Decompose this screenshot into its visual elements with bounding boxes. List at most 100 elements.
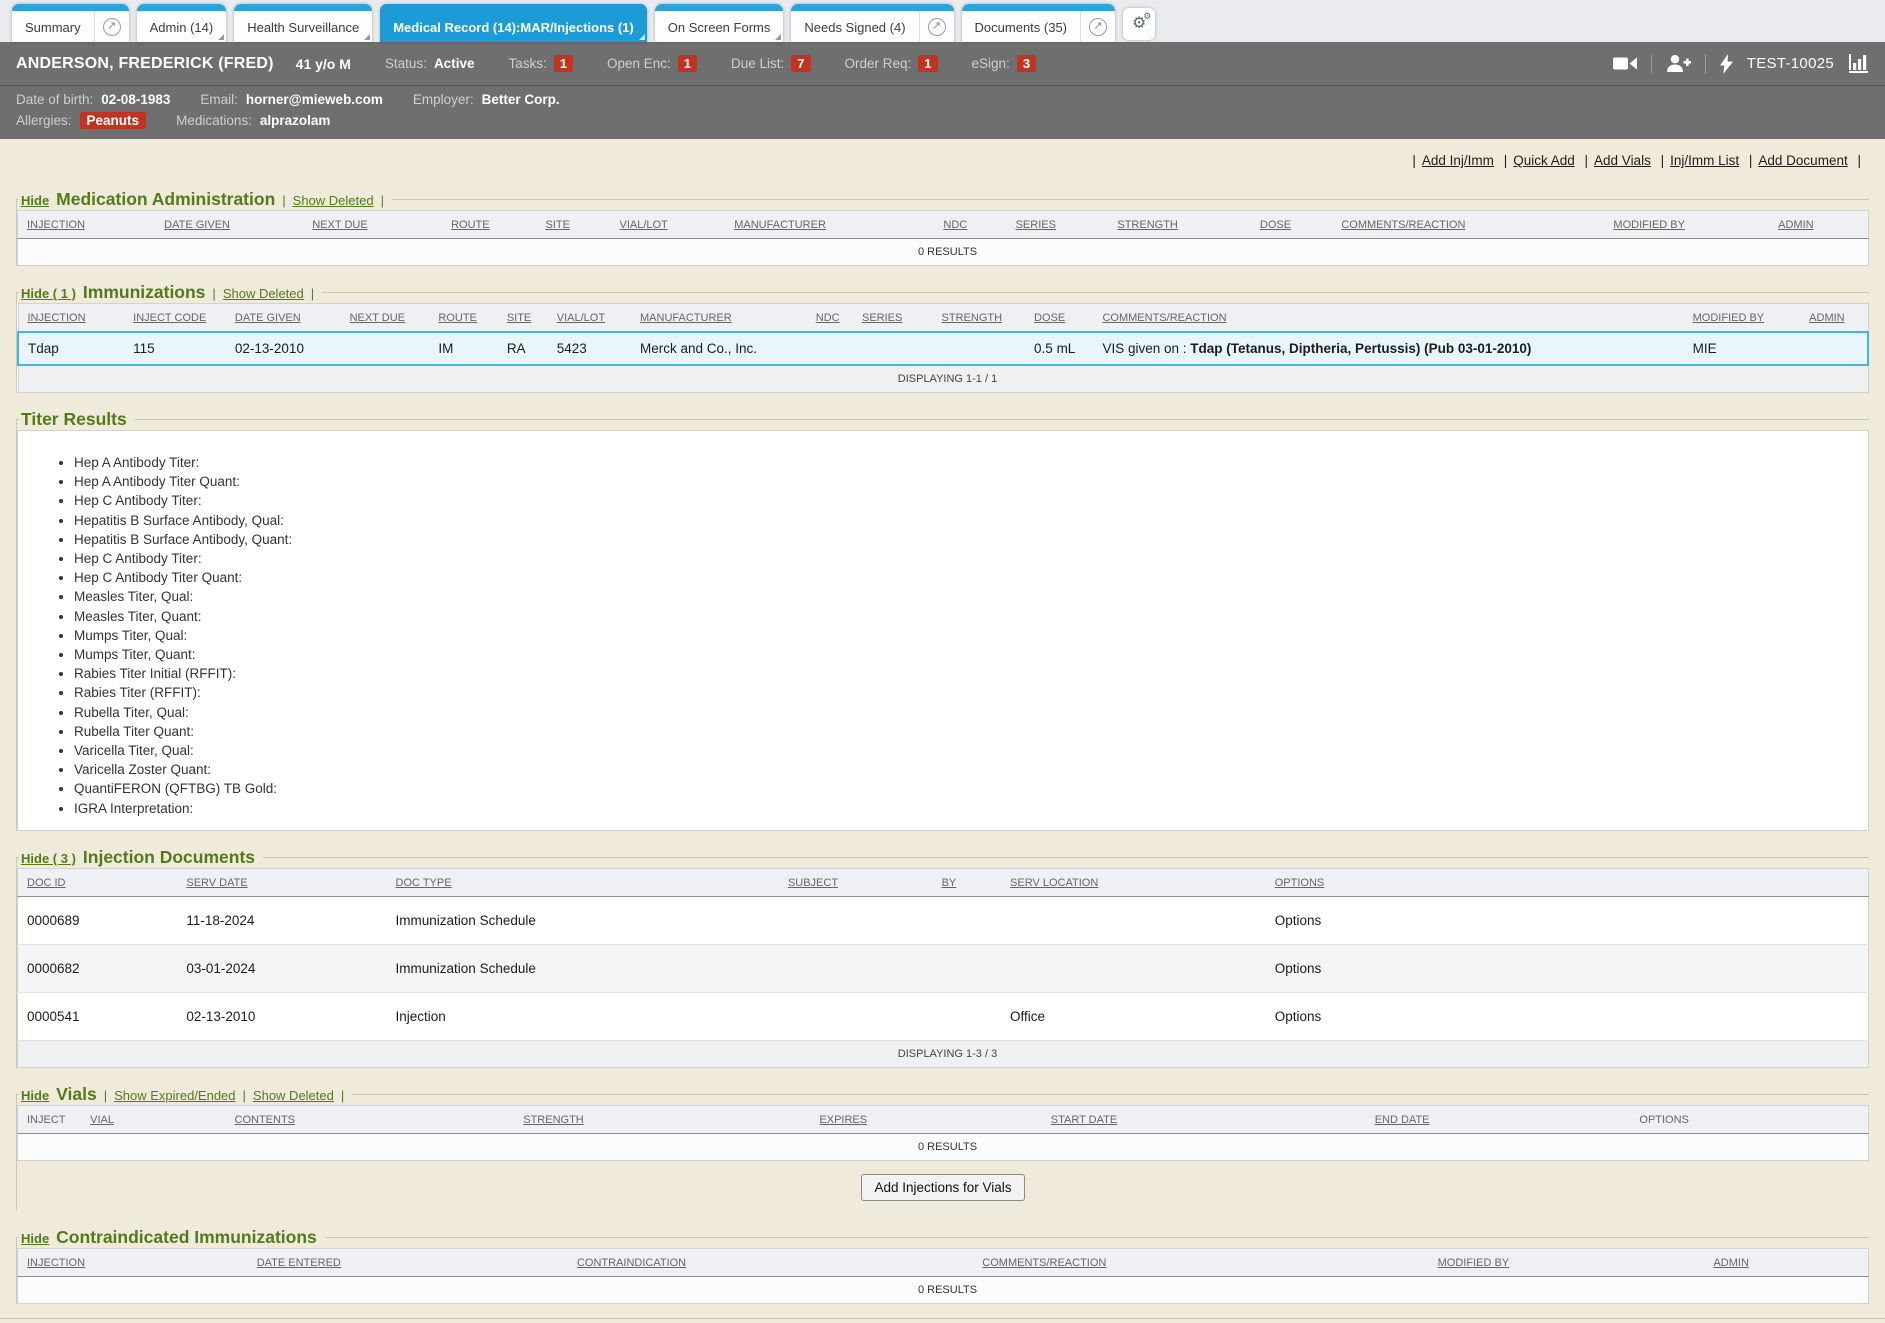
column-header[interactable]: ROUTE — [445, 211, 539, 239]
allergy-badge[interactable]: Peanuts — [80, 112, 147, 129]
lightning-bolt-icon[interactable] — [1720, 54, 1733, 74]
column-header[interactable]: DOC TYPE — [390, 868, 782, 896]
tab-on-screen-forms[interactable]: On Screen Forms — [655, 4, 784, 42]
column-header[interactable]: SERV DATE — [180, 868, 389, 896]
options-menu[interactable]: Options — [1275, 913, 1322, 928]
column-header[interactable]: SERIES — [856, 304, 936, 333]
document-row[interactable]: 0000682 03-01-2024 Immunization Schedule… — [18, 944, 1869, 992]
quick-add-link[interactable]: Quick Add — [1513, 153, 1575, 168]
show-deleted-link[interactable]: Show Deleted — [293, 193, 374, 208]
show-deleted-link[interactable]: Show Deleted — [253, 1088, 334, 1103]
hide-link[interactable]: Hide — [21, 193, 49, 208]
column-header[interactable]: COMMENTS/REACTION — [976, 1248, 1431, 1276]
column-header[interactable]: ROUTE — [432, 304, 500, 333]
hide-link[interactable]: Hide — [21, 1088, 49, 1103]
open-enc-count-badge[interactable]: 1 — [678, 55, 697, 72]
column-header[interactable]: OPTIONS — [1269, 868, 1869, 896]
column-header[interactable]: SUBJECT — [782, 868, 936, 896]
tab-needs-signed[interactable]: Needs Signed (4) ↗ — [791, 4, 953, 42]
titer-item: Measles Titer, Quant: — [74, 607, 1868, 626]
column-header[interactable]: DOC ID — [18, 868, 181, 896]
column-header[interactable]: SERIES — [1010, 211, 1112, 239]
column-header[interactable]: COMMENTS/REACTION — [1096, 304, 1686, 333]
add-vials-link[interactable]: Add Vials — [1594, 153, 1651, 168]
column-header: OPTIONS — [1633, 1105, 1868, 1133]
column-header[interactable]: SITE — [539, 211, 613, 239]
column-header[interactable]: CONTRAINDICATION — [571, 1248, 976, 1276]
column-header[interactable]: INJECT CODE — [127, 304, 229, 333]
column-header[interactable]: ADMIN — [1707, 1248, 1868, 1276]
column-header[interactable]: INJECTION — [18, 304, 127, 333]
column-header[interactable]: NEXT DUE — [344, 304, 433, 333]
column-header[interactable]: DATE ENTERED — [251, 1248, 571, 1276]
order-req-count-badge[interactable]: 1 — [918, 55, 937, 72]
column-header[interactable]: VIAL/LOT — [551, 304, 634, 333]
video-camera-icon[interactable] — [1613, 56, 1637, 71]
column-header[interactable]: VIAL/LOT — [613, 211, 728, 239]
tab-summary[interactable]: Summary ↗ — [12, 4, 129, 42]
column-header[interactable]: NDC — [810, 304, 856, 333]
separator: | — [212, 286, 215, 301]
column-header[interactable]: STRENGTH — [936, 304, 1029, 333]
section-immunizations: Hide ( 1 ) Immunizations | Show Deleted … — [16, 282, 1869, 393]
column-header[interactable]: EXPIRES — [813, 1105, 1044, 1133]
esign-count-badge[interactable]: 3 — [1017, 55, 1036, 72]
column-header[interactable]: START DATE — [1045, 1105, 1369, 1133]
options-menu[interactable]: Options — [1275, 961, 1322, 976]
tab-popout-button[interactable]: ↗ — [919, 4, 954, 42]
add-user-icon[interactable] — [1666, 55, 1691, 72]
medications-value[interactable]: alprazolam — [260, 113, 331, 128]
column-header[interactable]: DOSE — [1254, 211, 1335, 239]
tab-popout-button[interactable]: ↗ — [94, 4, 129, 42]
column-header[interactable]: ADMIN — [1772, 211, 1868, 239]
column-header[interactable]: VIAL — [84, 1105, 228, 1133]
column-header[interactable]: END DATE — [1369, 1105, 1634, 1133]
column-header[interactable]: STRENGTH — [517, 1105, 813, 1133]
column-header[interactable]: STRENGTH — [1111, 211, 1254, 239]
titer-item: Measles Titer, Qual: — [74, 587, 1868, 606]
column-header[interactable]: BY — [936, 868, 1004, 896]
column-header[interactable]: MODIFIED BY — [1687, 304, 1804, 333]
tab-health-surveillance[interactable]: Health Surveillance — [234, 4, 372, 42]
column-header[interactable]: ADMIN — [1803, 304, 1868, 333]
show-deleted-link[interactable]: Show Deleted — [223, 286, 304, 301]
inj-imm-list-link[interactable]: Inj/Imm List — [1670, 153, 1739, 168]
column-header[interactable]: COMMENTS/REACTION — [1335, 211, 1607, 239]
due-list-count-badge[interactable]: 7 — [791, 55, 810, 72]
column-header[interactable]: CONTENTS — [229, 1105, 518, 1133]
column-header[interactable]: SITE — [501, 304, 551, 333]
cell-modified-by: MIE — [1687, 332, 1804, 365]
hide-link[interactable]: Hide ( 1 ) — [21, 286, 76, 301]
tab-admin[interactable]: Admin (14) — [137, 4, 227, 42]
add-document-link[interactable]: Add Document — [1758, 153, 1847, 168]
add-inj-imm-link[interactable]: Add Inj/Imm — [1422, 153, 1494, 168]
tab-documents[interactable]: Documents (35) ↗ — [962, 4, 1115, 42]
column-header[interactable]: DOSE — [1028, 304, 1096, 333]
column-header[interactable]: NDC — [937, 211, 1009, 239]
cell-comments: VIS given on : Tdap (Tetanus, Diptheria,… — [1096, 332, 1686, 365]
hide-link[interactable]: Hide — [21, 1231, 49, 1246]
hide-link[interactable]: Hide ( 3 ) — [21, 851, 76, 866]
document-row[interactable]: 0000689 11-18-2024 Immunization Schedule… — [18, 896, 1869, 944]
tasks-count-badge[interactable]: 1 — [554, 55, 573, 72]
show-expired-ended-link[interactable]: Show Expired/Ended — [114, 1088, 235, 1103]
column-header[interactable]: DATE GIVEN — [158, 211, 306, 239]
column-header[interactable]: DATE GIVEN — [229, 304, 344, 333]
options-menu[interactable]: Options — [1275, 1009, 1322, 1024]
document-row[interactable]: 0000541 02-13-2010 Injection Office Opti… — [18, 992, 1869, 1040]
immunization-row-tdap[interactable]: Tdap 115 02-13-2010 IM RA 5423 Merck and… — [18, 332, 1868, 365]
tab-settings-button[interactable]: ⚙ ⚙ — [1123, 8, 1155, 40]
add-injections-for-vials-button[interactable]: Add Injections for Vials — [861, 1174, 1024, 1201]
column-header[interactable]: NEXT DUE — [306, 211, 445, 239]
tab-medical-record-mar-injections[interactable]: Medical Record (14):MAR/Injections (1) — [380, 4, 647, 42]
column-header[interactable]: SERV LOCATION — [1004, 868, 1269, 896]
column-header[interactable]: MANUFACTURER — [634, 304, 810, 333]
flowsheet-chart-icon[interactable] — [1848, 54, 1869, 73]
column-header[interactable]: INJECTION — [18, 211, 159, 239]
column-header[interactable]: MANUFACTURER — [728, 211, 937, 239]
column-header[interactable]: MODIFIED BY — [1432, 1248, 1708, 1276]
section-legend: Hide ( 1 ) Immunizations | Show Deleted … — [19, 282, 322, 303]
tab-popout-button[interactable]: ↗ — [1080, 4, 1115, 42]
column-header[interactable]: INJECTION — [18, 1248, 251, 1276]
column-header[interactable]: MODIFIED BY — [1607, 211, 1772, 239]
